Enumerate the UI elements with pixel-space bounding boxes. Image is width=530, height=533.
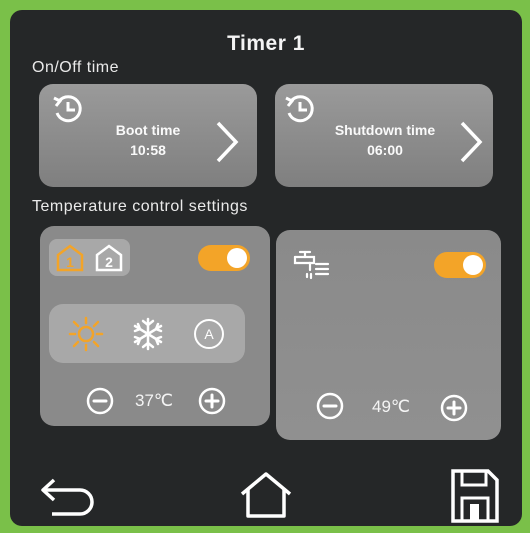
zone-selector: 1 2 [49, 239, 130, 276]
section-label-on-off: On/Off time [32, 59, 120, 76]
zone-heating-card: 1 2 A 37℃ [40, 226, 270, 426]
plus-icon[interactable] [198, 387, 226, 415]
section-label-temperature: Temperature control settings [32, 198, 248, 215]
plus-icon[interactable] [440, 394, 468, 422]
boot-time-label: Boot time [115, 122, 181, 138]
back-arrow-icon[interactable] [38, 476, 100, 518]
svg-text:2: 2 [105, 254, 113, 270]
auto-icon[interactable]: A [192, 317, 226, 351]
clock-history-icon [53, 95, 82, 123]
zone-heating-temperature: 37℃ [134, 391, 173, 410]
mode-selector: A [49, 304, 245, 363]
timer-screen: Timer 1 On/Off time Boot time 10:58 Shut… [10, 10, 522, 526]
boot-time-value: 10:58 [130, 142, 166, 158]
sun-icon[interactable] [68, 316, 104, 352]
hot-water-temperature: 49℃ [371, 397, 410, 416]
hot-water-toggle[interactable] [434, 252, 486, 278]
page-title: Timer 1 [227, 32, 305, 55]
toggle-knob [227, 248, 247, 268]
zone-heating-toggle[interactable] [198, 245, 250, 271]
snowflake-icon[interactable] [130, 316, 166, 352]
minus-icon[interactable] [86, 387, 114, 415]
chevron-right-icon [216, 121, 239, 163]
zone-1-icon[interactable]: 1 [55, 243, 85, 272]
save-icon[interactable] [450, 468, 500, 524]
zone-2-icon[interactable]: 2 [94, 243, 124, 272]
chevron-right-icon [460, 121, 483, 163]
shutdown-time-label: Shutdown time [334, 122, 436, 138]
svg-text:A: A [204, 326, 214, 342]
shutdown-time-card[interactable]: Shutdown time 06:00 [275, 84, 493, 187]
clock-history-icon [285, 95, 314, 123]
boot-time-card[interactable]: Boot time 10:58 [39, 84, 257, 187]
hot-water-card: 49℃ [276, 230, 501, 440]
svg-text:1: 1 [66, 254, 74, 270]
water-tap-icon [293, 250, 330, 280]
minus-icon[interactable] [316, 392, 344, 420]
shutdown-time-value: 06:00 [367, 142, 403, 158]
toggle-knob [463, 255, 483, 275]
home-icon[interactable] [236, 470, 296, 520]
